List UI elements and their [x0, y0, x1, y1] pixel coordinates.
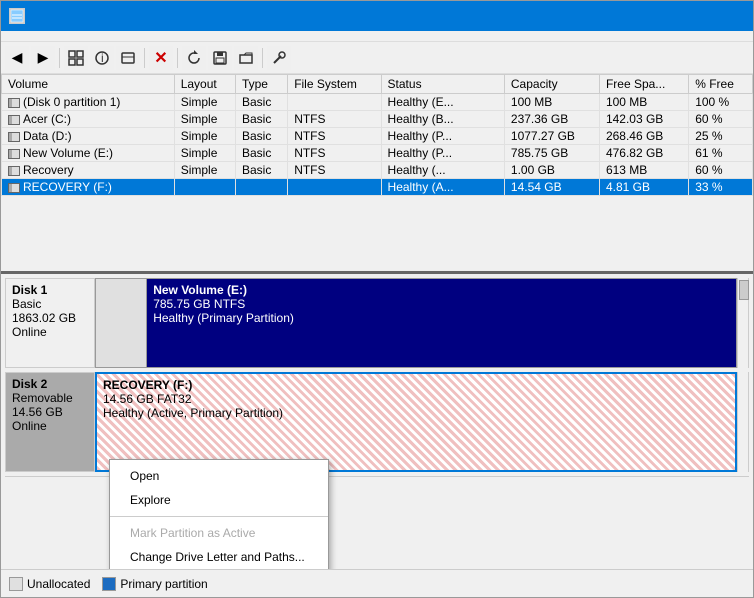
- disk2-row: Disk 2 Removable 14.56 GB Online RECOVER…: [5, 372, 749, 472]
- window-controls: [607, 1, 745, 31]
- context-menu: OpenExplore Mark Partition as ActiveChang…: [109, 459, 329, 569]
- disk1-label: Disk 1 Basic 1863.02 GB Online: [5, 278, 95, 368]
- disk2-status: Online: [12, 419, 88, 433]
- legend-primary: Primary partition: [102, 577, 207, 591]
- scrollbar-right2: [737, 372, 749, 472]
- legend-unalloc-label: Unallocated: [27, 577, 90, 591]
- disk2-label: Disk 2 Removable 14.56 GB Online: [5, 372, 95, 472]
- disk1-row: Disk 1 Basic 1863.02 GB Online New Volum…: [5, 278, 749, 368]
- toolbar: ◀ ▶ i ✕: [1, 42, 753, 74]
- toolbar-sep-3: [177, 48, 178, 68]
- col-volume[interactable]: Volume: [2, 75, 175, 94]
- volume-table-section: Volume Layout Type File System Status Ca…: [1, 74, 753, 274]
- legend-bar: Unallocated Primary partition: [1, 569, 753, 597]
- col-filesystem[interactable]: File System: [288, 75, 381, 94]
- wrench-button[interactable]: [267, 46, 291, 70]
- disk1-name: Disk 1: [12, 283, 88, 297]
- disk1-newvol[interactable]: New Volume (E:) 785.75 GB NTFS Healthy (…: [147, 279, 736, 367]
- col-capacity[interactable]: Capacity: [504, 75, 599, 94]
- menu-view[interactable]: [37, 33, 53, 39]
- menu-bar: [1, 31, 753, 42]
- disk1-newvol-name: New Volume (E:): [153, 283, 730, 297]
- legend-primary-box: [102, 577, 116, 591]
- toolbar-sep-2: [144, 48, 145, 68]
- legend-unalloc-box: [9, 577, 23, 591]
- disk-management-window: ◀ ▶ i ✕: [0, 0, 754, 598]
- delete-button[interactable]: ✕: [149, 46, 173, 70]
- disk2-name: Disk 2: [12, 377, 88, 391]
- disk1-newvol-status: Healthy (Primary Partition): [153, 311, 730, 325]
- app-icon: [9, 8, 25, 24]
- save-button[interactable]: [208, 46, 232, 70]
- disk2-recovery-name: RECOVERY (F:): [103, 378, 729, 392]
- col-pctfree[interactable]: % Free: [689, 75, 753, 94]
- maximize-button[interactable]: [653, 1, 699, 31]
- menu-help[interactable]: [53, 33, 69, 39]
- ctx-item-open[interactable]: Open: [110, 464, 328, 488]
- legend-primary-label: Primary partition: [120, 577, 207, 591]
- svg-text:i: i: [101, 51, 104, 65]
- volume-icon: [8, 98, 20, 108]
- disk1-status: Online: [12, 325, 88, 339]
- disk-section: Disk 1 Basic 1863.02 GB Online New Volum…: [1, 274, 753, 569]
- disk2-size: 14.56 GB: [12, 405, 88, 419]
- disk1-type: Basic: [12, 297, 88, 311]
- disk2-recovery-detail: 14.56 GB FAT32: [103, 392, 729, 406]
- volume-icon: [8, 166, 20, 176]
- volume-icon: [8, 132, 20, 142]
- disk1-unalloc[interactable]: [96, 279, 147, 367]
- col-status[interactable]: Status: [381, 75, 504, 94]
- back-button[interactable]: ◀: [5, 46, 29, 70]
- grid-button[interactable]: [64, 46, 88, 70]
- ctx-item-mark-partition-as-active: Mark Partition as Active: [110, 521, 328, 545]
- main-content: Volume Layout Type File System Status Ca…: [1, 74, 753, 597]
- ctx-separator: [110, 516, 328, 517]
- info-button[interactable]: i: [90, 46, 114, 70]
- forward-button[interactable]: ▶: [31, 46, 55, 70]
- disk1-size: 1863.02 GB: [12, 311, 88, 325]
- col-type[interactable]: Type: [235, 75, 287, 94]
- volume-icon: [8, 183, 20, 193]
- disk1-partitions: New Volume (E:) 785.75 GB NTFS Healthy (…: [95, 278, 737, 368]
- col-layout[interactable]: Layout: [174, 75, 235, 94]
- disk-button[interactable]: [116, 46, 140, 70]
- legend-unalloc: Unallocated: [9, 577, 90, 591]
- refresh-button[interactable]: [182, 46, 206, 70]
- disk2-recovery-status: Healthy (Active, Primary Partition): [103, 406, 729, 420]
- title-bar-left: [9, 8, 31, 24]
- menu-file[interactable]: [5, 33, 21, 39]
- close-button[interactable]: [699, 1, 745, 31]
- volume-table: Volume Layout Type File System Status Ca…: [1, 74, 753, 196]
- ctx-item-change-drive-letter-and-paths---[interactable]: Change Drive Letter and Paths...: [110, 545, 328, 569]
- volume-icon: [8, 115, 20, 125]
- ctx-item-explore[interactable]: Explore: [110, 488, 328, 512]
- menu-action[interactable]: [21, 33, 37, 39]
- title-bar: [1, 1, 753, 31]
- disk2-partitions: RECOVERY (F:) 14.56 GB FAT32 Healthy (Ac…: [95, 372, 737, 472]
- disk1-newvol-detail: 785.75 GB NTFS: [153, 297, 730, 311]
- toolbar-sep-4: [262, 48, 263, 68]
- open-button[interactable]: [234, 46, 258, 70]
- col-freespace[interactable]: Free Spa...: [599, 75, 688, 94]
- disk2-recovery[interactable]: RECOVERY (F:) 14.56 GB FAT32 Healthy (Ac…: [97, 374, 735, 470]
- scrollbar-right[interactable]: [737, 278, 749, 368]
- toolbar-sep-1: [59, 48, 60, 68]
- disk2-type: Removable: [12, 391, 88, 405]
- minimize-button[interactable]: [607, 1, 653, 31]
- volume-icon: [8, 149, 20, 159]
